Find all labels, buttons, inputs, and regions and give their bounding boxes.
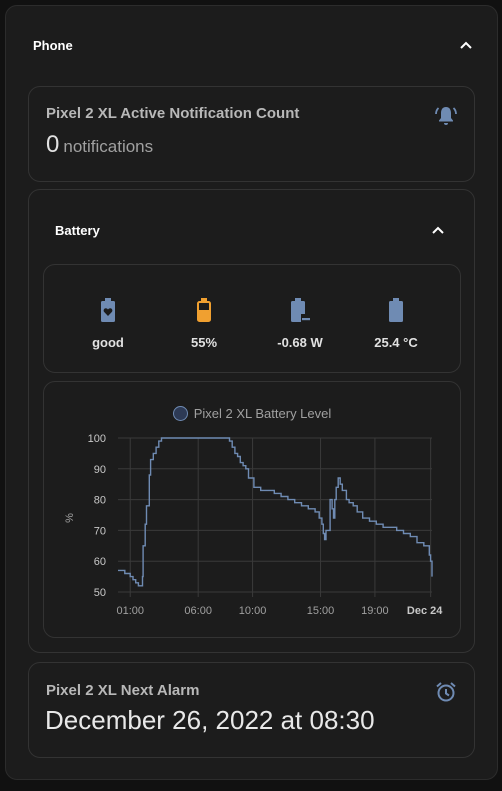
- notification-count-card[interactable]: Pixel 2 XL Active Notification Count 0 no…: [28, 86, 475, 182]
- y-tick-label: 50: [94, 587, 106, 599]
- battery-health-label: good: [92, 335, 124, 350]
- battery-power-stat[interactable]: -0.68 W: [255, 297, 345, 350]
- x-tick-label: Dec 24: [407, 605, 443, 617]
- battery-stats-card: good 55% -0.68 W 25.4 °C: [43, 264, 461, 373]
- battery-heart-icon: [101, 298, 115, 322]
- chevron-up-icon[interactable]: [431, 223, 445, 237]
- phone-card: Phone Pixel 2 XL Active Notification Cou…: [5, 5, 498, 780]
- y-tick-label: 80: [94, 495, 106, 507]
- battery-section-header[interactable]: Battery: [55, 221, 445, 239]
- battery-level-line: [118, 437, 433, 587]
- phone-section-title: Phone: [33, 37, 73, 53]
- battery-50-icon: [197, 298, 211, 322]
- battery-section-title: Battery: [55, 222, 100, 238]
- y-tick-label: 70: [94, 525, 106, 537]
- battery-chart-card: Pixel 2 XL Battery Level % 100 90 80 70 60 50…: [43, 381, 461, 638]
- notification-state: 0 notifications: [46, 131, 153, 159]
- battery-level-chart[interactable]: % 100 90 80 70 60 50 01:00 06:00 10:00 15:00 19:0…: [44, 382, 460, 637]
- y-tick-label: 60: [94, 556, 106, 568]
- next-alarm-card[interactable]: Pixel 2 XL Next Alarm December 26, 2022 …: [28, 662, 475, 758]
- alarm-entity-name: Pixel 2 XL Next Alarm: [46, 682, 200, 699]
- alarm-icon: [436, 682, 456, 702]
- x-tick-label: 01:00: [116, 605, 144, 617]
- battery-power-label: -0.68 W: [277, 335, 323, 350]
- x-tick-label: 19:00: [361, 605, 389, 617]
- bell-ring-icon: [435, 107, 457, 125]
- x-tick-label: 06:00: [184, 605, 212, 617]
- battery-temperature-label: 25.4 °C: [374, 335, 418, 350]
- notification-value: 0: [46, 131, 60, 158]
- battery-level-stat[interactable]: 55%: [159, 297, 249, 350]
- battery-temperature-icon: [389, 298, 403, 322]
- y-tick-label: 90: [94, 464, 106, 476]
- battery-level-label: 55%: [190, 335, 218, 350]
- y-tick-label: 100: [88, 433, 106, 445]
- alarm-value: December 26, 2022 at 08:30: [45, 705, 375, 735]
- chevron-up-icon[interactable]: [459, 38, 473, 52]
- notification-unit: notifications: [63, 137, 154, 156]
- x-tick-label: 10:00: [239, 605, 267, 617]
- battery-health-stat[interactable]: good: [63, 297, 153, 350]
- battery-card: Battery good 55% -0.68 W 25.4 °C Pixel 2…: [28, 189, 475, 653]
- battery-minus-icon: [291, 298, 311, 323]
- phone-section-header[interactable]: Phone: [33, 36, 473, 54]
- x-tick-label: 15:00: [307, 605, 335, 617]
- battery-temperature-stat[interactable]: 25.4 °C: [351, 297, 441, 350]
- notification-entity-name: Pixel 2 XL Active Notification Count: [46, 105, 300, 122]
- y-axis-label: %: [64, 513, 76, 523]
